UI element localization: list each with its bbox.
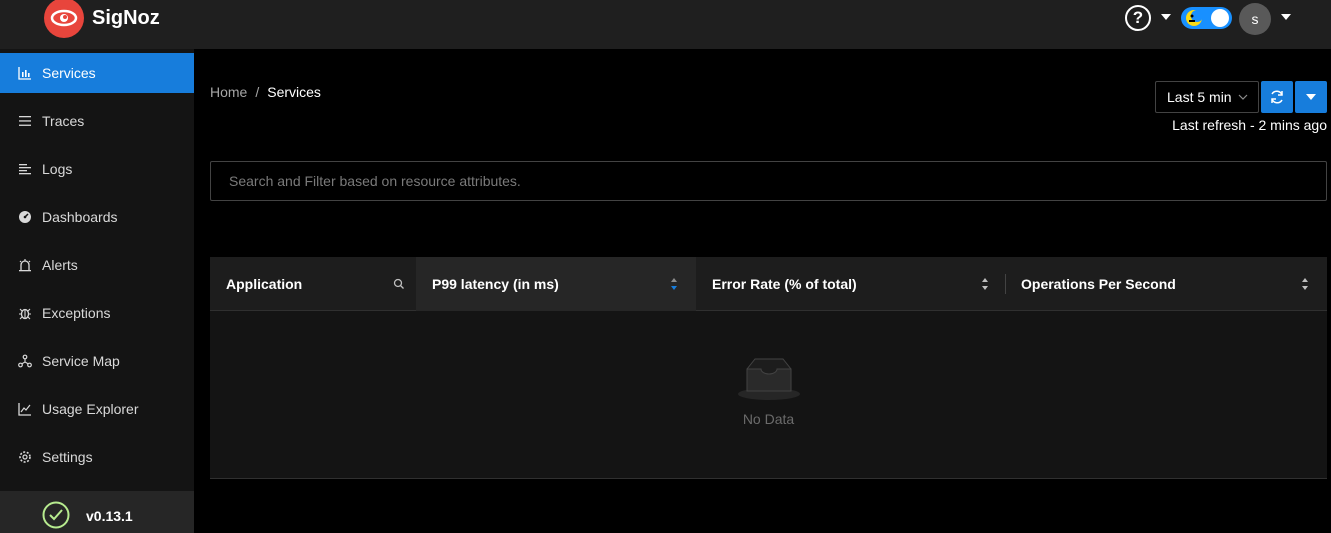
column-label: P99 latency (in ms) bbox=[432, 276, 559, 292]
top-header: SigNoz ? s bbox=[0, 0, 1331, 49]
bar-chart-icon bbox=[18, 66, 32, 80]
sidebar-item-label: Dashboards bbox=[42, 209, 118, 225]
deployment-unit-icon bbox=[18, 354, 32, 368]
alert-icon bbox=[18, 258, 32, 272]
sidebar-item-services[interactable]: Services bbox=[0, 53, 194, 93]
sidebar-item-dashboards[interactable]: Dashboards bbox=[0, 197, 194, 237]
search-icon[interactable] bbox=[393, 278, 405, 290]
line-chart-icon bbox=[18, 402, 32, 416]
sidebar-item-settings[interactable]: Settings bbox=[0, 437, 194, 477]
signoz-logo-icon[interactable] bbox=[44, 0, 84, 38]
moon-icon bbox=[1186, 10, 1203, 26]
brand-name[interactable]: SigNoz bbox=[92, 7, 160, 30]
column-header-operations-per-second[interactable]: Operations Per Second bbox=[1006, 257, 1327, 311]
sidebar: Services Traces Logs Dashboards Alerts E… bbox=[0, 49, 194, 533]
time-range-select[interactable]: Last 5 min bbox=[1155, 81, 1259, 113]
services-table: Application P99 latency (in ms) Error Ra… bbox=[210, 257, 1327, 479]
sidebar-item-label: Settings bbox=[42, 449, 93, 465]
sidebar-item-label: Traces bbox=[42, 113, 85, 129]
sidebar-item-label: Exceptions bbox=[42, 305, 111, 321]
sidebar-item-alerts[interactable]: Alerts bbox=[0, 245, 194, 285]
column-header-p99-latency[interactable]: P99 latency (in ms) bbox=[416, 257, 696, 311]
column-header-application[interactable]: Application bbox=[210, 257, 416, 311]
breadcrumb: Home / Services bbox=[210, 84, 321, 100]
sidebar-item-label: Services bbox=[42, 65, 96, 81]
user-avatar[interactable]: s bbox=[1239, 3, 1271, 35]
empty-inbox-icon bbox=[738, 358, 800, 400]
column-header-error-rate[interactable]: Error Rate (% of total) bbox=[696, 257, 1006, 311]
search-input[interactable] bbox=[211, 162, 1326, 200]
sidebar-item-label: Usage Explorer bbox=[42, 401, 139, 417]
resource-attributes-search[interactable] bbox=[210, 161, 1327, 201]
setting-icon bbox=[18, 450, 32, 464]
column-label: Error Rate (% of total) bbox=[712, 276, 857, 292]
last-refresh-text: Last refresh - 2 mins ago bbox=[1172, 117, 1327, 133]
column-label: Operations Per Second bbox=[1021, 276, 1176, 292]
theme-toggle[interactable] bbox=[1181, 7, 1232, 29]
sort-icon bbox=[982, 278, 988, 290]
time-range-value: Last 5 min bbox=[1167, 89, 1232, 105]
sidebar-item-label: Service Map bbox=[42, 353, 120, 369]
check-circle-icon bbox=[42, 501, 70, 529]
column-label: Application bbox=[226, 276, 303, 292]
empty-state-text: No Data bbox=[742, 411, 795, 427]
breadcrumb-current: Services bbox=[267, 84, 321, 100]
breadcrumb-separator: / bbox=[255, 84, 260, 100]
sidebar-item-logs[interactable]: Logs bbox=[0, 149, 194, 189]
user-dropdown-chevron-down-icon[interactable] bbox=[1281, 14, 1291, 20]
sort-icon bbox=[1302, 278, 1308, 290]
caret-down-icon bbox=[1306, 94, 1316, 100]
bug-icon bbox=[18, 306, 32, 320]
sidebar-item-label: Alerts bbox=[42, 257, 78, 273]
align-left-icon bbox=[18, 162, 32, 176]
help-dropdown-chevron-down-icon[interactable] bbox=[1161, 14, 1171, 20]
chevron-down-icon bbox=[1238, 94, 1248, 100]
sidebar-item-usage-explorer[interactable]: Usage Explorer bbox=[0, 389, 194, 429]
table-header: Application P99 latency (in ms) Error Ra… bbox=[210, 257, 1327, 311]
help-icon[interactable]: ? bbox=[1125, 5, 1151, 31]
breadcrumb-home[interactable]: Home bbox=[210, 84, 247, 100]
version-label: v0.13.1 bbox=[86, 508, 133, 524]
toggle-knob bbox=[1211, 9, 1229, 27]
sidebar-item-label: Logs bbox=[42, 161, 73, 177]
sidebar-item-service-map[interactable]: Service Map bbox=[0, 341, 194, 381]
refresh-button[interactable] bbox=[1261, 81, 1293, 113]
menu-icon bbox=[18, 114, 32, 128]
refresh-interval-dropdown-button[interactable] bbox=[1295, 81, 1327, 113]
sidebar-item-traces[interactable]: Traces bbox=[0, 101, 194, 141]
sort-icon bbox=[671, 278, 677, 290]
sidebar-item-exceptions[interactable]: Exceptions bbox=[0, 293, 194, 333]
version-footer: v0.13.1 bbox=[0, 491, 194, 533]
sync-icon bbox=[1271, 90, 1283, 104]
dashboard-icon bbox=[18, 210, 32, 224]
